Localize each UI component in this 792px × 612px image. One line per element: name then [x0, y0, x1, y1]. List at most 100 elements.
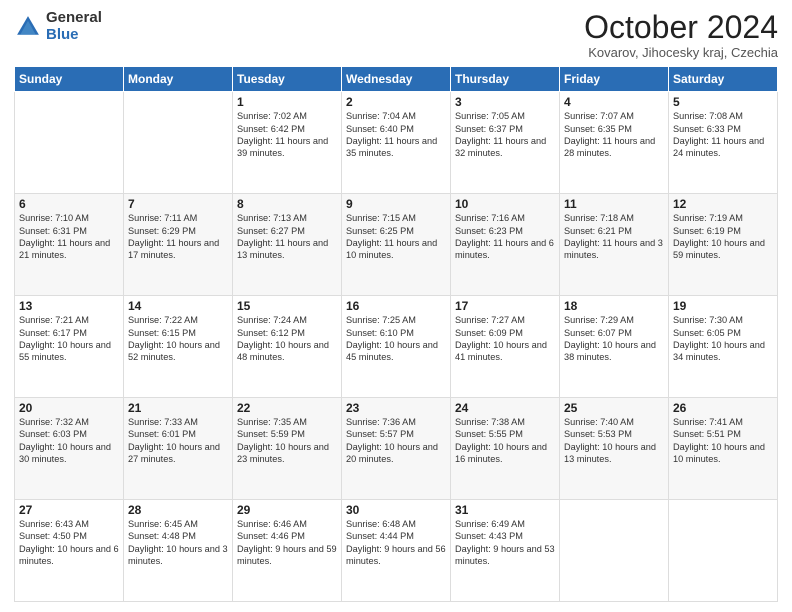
calendar-cell: 14Sunrise: 7:22 AM Sunset: 6:15 PM Dayli…	[124, 296, 233, 398]
day-number: 11	[564, 197, 664, 211]
cell-text: Sunrise: 7:24 AM Sunset: 6:12 PM Dayligh…	[237, 314, 337, 364]
cell-text: Sunrise: 7:02 AM Sunset: 6:42 PM Dayligh…	[237, 110, 337, 160]
header-row: SundayMondayTuesdayWednesdayThursdayFrid…	[15, 67, 778, 92]
day-number: 13	[19, 299, 119, 313]
day-number: 17	[455, 299, 555, 313]
cell-text: Sunrise: 6:46 AM Sunset: 4:46 PM Dayligh…	[237, 518, 337, 568]
calendar-cell: 16Sunrise: 7:25 AM Sunset: 6:10 PM Dayli…	[342, 296, 451, 398]
logo-blue-text: Blue	[46, 27, 102, 44]
calendar-cell	[124, 92, 233, 194]
calendar-cell: 7Sunrise: 7:11 AM Sunset: 6:29 PM Daylig…	[124, 194, 233, 296]
day-header-wednesday: Wednesday	[342, 67, 451, 92]
calendar-cell: 11Sunrise: 7:18 AM Sunset: 6:21 PM Dayli…	[560, 194, 669, 296]
cell-text: Sunrise: 7:05 AM Sunset: 6:37 PM Dayligh…	[455, 110, 555, 160]
day-header-thursday: Thursday	[451, 67, 560, 92]
logo-general: General	[46, 10, 102, 27]
cell-text: Sunrise: 7:25 AM Sunset: 6:10 PM Dayligh…	[346, 314, 446, 364]
calendar-cell: 29Sunrise: 6:46 AM Sunset: 4:46 PM Dayli…	[233, 500, 342, 602]
cell-text: Sunrise: 7:15 AM Sunset: 6:25 PM Dayligh…	[346, 212, 446, 262]
calendar-cell: 25Sunrise: 7:40 AM Sunset: 5:53 PM Dayli…	[560, 398, 669, 500]
day-number: 20	[19, 401, 119, 415]
calendar-cell: 21Sunrise: 7:33 AM Sunset: 6:01 PM Dayli…	[124, 398, 233, 500]
cell-text: Sunrise: 7:36 AM Sunset: 5:57 PM Dayligh…	[346, 416, 446, 466]
calendar-cell: 10Sunrise: 7:16 AM Sunset: 6:23 PM Dayli…	[451, 194, 560, 296]
calendar-cell	[560, 500, 669, 602]
calendar: SundayMondayTuesdayWednesdayThursdayFrid…	[14, 66, 778, 602]
day-number: 3	[455, 95, 555, 109]
calendar-cell: 30Sunrise: 6:48 AM Sunset: 4:44 PM Dayli…	[342, 500, 451, 602]
cell-text: Sunrise: 7:16 AM Sunset: 6:23 PM Dayligh…	[455, 212, 555, 262]
calendar-cell: 2Sunrise: 7:04 AM Sunset: 6:40 PM Daylig…	[342, 92, 451, 194]
calendar-body: 1Sunrise: 7:02 AM Sunset: 6:42 PM Daylig…	[15, 92, 778, 602]
cell-text: Sunrise: 7:07 AM Sunset: 6:35 PM Dayligh…	[564, 110, 664, 160]
calendar-cell: 13Sunrise: 7:21 AM Sunset: 6:17 PM Dayli…	[15, 296, 124, 398]
cell-text: Sunrise: 7:13 AM Sunset: 6:27 PM Dayligh…	[237, 212, 337, 262]
day-number: 2	[346, 95, 446, 109]
logo-text: General Blue	[46, 10, 102, 43]
cell-text: Sunrise: 7:04 AM Sunset: 6:40 PM Dayligh…	[346, 110, 446, 160]
calendar-cell: 8Sunrise: 7:13 AM Sunset: 6:27 PM Daylig…	[233, 194, 342, 296]
day-number: 25	[564, 401, 664, 415]
calendar-cell: 17Sunrise: 7:27 AM Sunset: 6:09 PM Dayli…	[451, 296, 560, 398]
day-number: 14	[128, 299, 228, 313]
cell-text: Sunrise: 7:41 AM Sunset: 5:51 PM Dayligh…	[673, 416, 773, 466]
week-row-4: 27Sunrise: 6:43 AM Sunset: 4:50 PM Dayli…	[15, 500, 778, 602]
calendar-cell: 9Sunrise: 7:15 AM Sunset: 6:25 PM Daylig…	[342, 194, 451, 296]
cell-text: Sunrise: 7:33 AM Sunset: 6:01 PM Dayligh…	[128, 416, 228, 466]
day-number: 24	[455, 401, 555, 415]
calendar-cell: 19Sunrise: 7:30 AM Sunset: 6:05 PM Dayli…	[669, 296, 778, 398]
cell-text: Sunrise: 7:22 AM Sunset: 6:15 PM Dayligh…	[128, 314, 228, 364]
calendar-cell: 12Sunrise: 7:19 AM Sunset: 6:19 PM Dayli…	[669, 194, 778, 296]
day-number: 9	[346, 197, 446, 211]
calendar-cell	[669, 500, 778, 602]
calendar-cell: 20Sunrise: 7:32 AM Sunset: 6:03 PM Dayli…	[15, 398, 124, 500]
calendar-cell: 4Sunrise: 7:07 AM Sunset: 6:35 PM Daylig…	[560, 92, 669, 194]
day-number: 8	[237, 197, 337, 211]
calendar-cell	[15, 92, 124, 194]
month-title: October 2024	[584, 10, 778, 45]
calendar-cell: 27Sunrise: 6:43 AM Sunset: 4:50 PM Dayli…	[15, 500, 124, 602]
cell-text: Sunrise: 7:38 AM Sunset: 5:55 PM Dayligh…	[455, 416, 555, 466]
week-row-2: 13Sunrise: 7:21 AM Sunset: 6:17 PM Dayli…	[15, 296, 778, 398]
week-row-0: 1Sunrise: 7:02 AM Sunset: 6:42 PM Daylig…	[15, 92, 778, 194]
calendar-cell: 6Sunrise: 7:10 AM Sunset: 6:31 PM Daylig…	[15, 194, 124, 296]
calendar-header: SundayMondayTuesdayWednesdayThursdayFrid…	[15, 67, 778, 92]
cell-text: Sunrise: 6:45 AM Sunset: 4:48 PM Dayligh…	[128, 518, 228, 568]
title-block: October 2024 Kovarov, Jihocesky kraj, Cz…	[584, 10, 778, 60]
calendar-cell: 26Sunrise: 7:41 AM Sunset: 5:51 PM Dayli…	[669, 398, 778, 500]
header: General Blue October 2024 Kovarov, Jihoc…	[14, 10, 778, 60]
day-number: 7	[128, 197, 228, 211]
day-header-saturday: Saturday	[669, 67, 778, 92]
cell-text: Sunrise: 7:19 AM Sunset: 6:19 PM Dayligh…	[673, 212, 773, 262]
cell-text: Sunrise: 7:27 AM Sunset: 6:09 PM Dayligh…	[455, 314, 555, 364]
day-number: 27	[19, 503, 119, 517]
cell-text: Sunrise: 6:48 AM Sunset: 4:44 PM Dayligh…	[346, 518, 446, 568]
day-number: 23	[346, 401, 446, 415]
cell-text: Sunrise: 7:40 AM Sunset: 5:53 PM Dayligh…	[564, 416, 664, 466]
day-number: 21	[128, 401, 228, 415]
day-number: 1	[237, 95, 337, 109]
calendar-cell: 5Sunrise: 7:08 AM Sunset: 6:33 PM Daylig…	[669, 92, 778, 194]
day-number: 29	[237, 503, 337, 517]
cell-text: Sunrise: 7:18 AM Sunset: 6:21 PM Dayligh…	[564, 212, 664, 262]
location: Kovarov, Jihocesky kraj, Czechia	[584, 45, 778, 60]
cell-text: Sunrise: 6:49 AM Sunset: 4:43 PM Dayligh…	[455, 518, 555, 568]
day-number: 15	[237, 299, 337, 313]
day-number: 12	[673, 197, 773, 211]
day-header-friday: Friday	[560, 67, 669, 92]
page: General Blue October 2024 Kovarov, Jihoc…	[0, 0, 792, 612]
cell-text: Sunrise: 7:35 AM Sunset: 5:59 PM Dayligh…	[237, 416, 337, 466]
day-header-monday: Monday	[124, 67, 233, 92]
day-number: 19	[673, 299, 773, 313]
calendar-cell: 3Sunrise: 7:05 AM Sunset: 6:37 PM Daylig…	[451, 92, 560, 194]
calendar-cell: 28Sunrise: 6:45 AM Sunset: 4:48 PM Dayli…	[124, 500, 233, 602]
day-header-sunday: Sunday	[15, 67, 124, 92]
day-number: 28	[128, 503, 228, 517]
day-number: 30	[346, 503, 446, 517]
cell-text: Sunrise: 7:30 AM Sunset: 6:05 PM Dayligh…	[673, 314, 773, 364]
cell-text: Sunrise: 7:08 AM Sunset: 6:33 PM Dayligh…	[673, 110, 773, 160]
cell-text: Sunrise: 7:21 AM Sunset: 6:17 PM Dayligh…	[19, 314, 119, 364]
week-row-3: 20Sunrise: 7:32 AM Sunset: 6:03 PM Dayli…	[15, 398, 778, 500]
calendar-cell: 24Sunrise: 7:38 AM Sunset: 5:55 PM Dayli…	[451, 398, 560, 500]
calendar-cell: 22Sunrise: 7:35 AM Sunset: 5:59 PM Dayli…	[233, 398, 342, 500]
